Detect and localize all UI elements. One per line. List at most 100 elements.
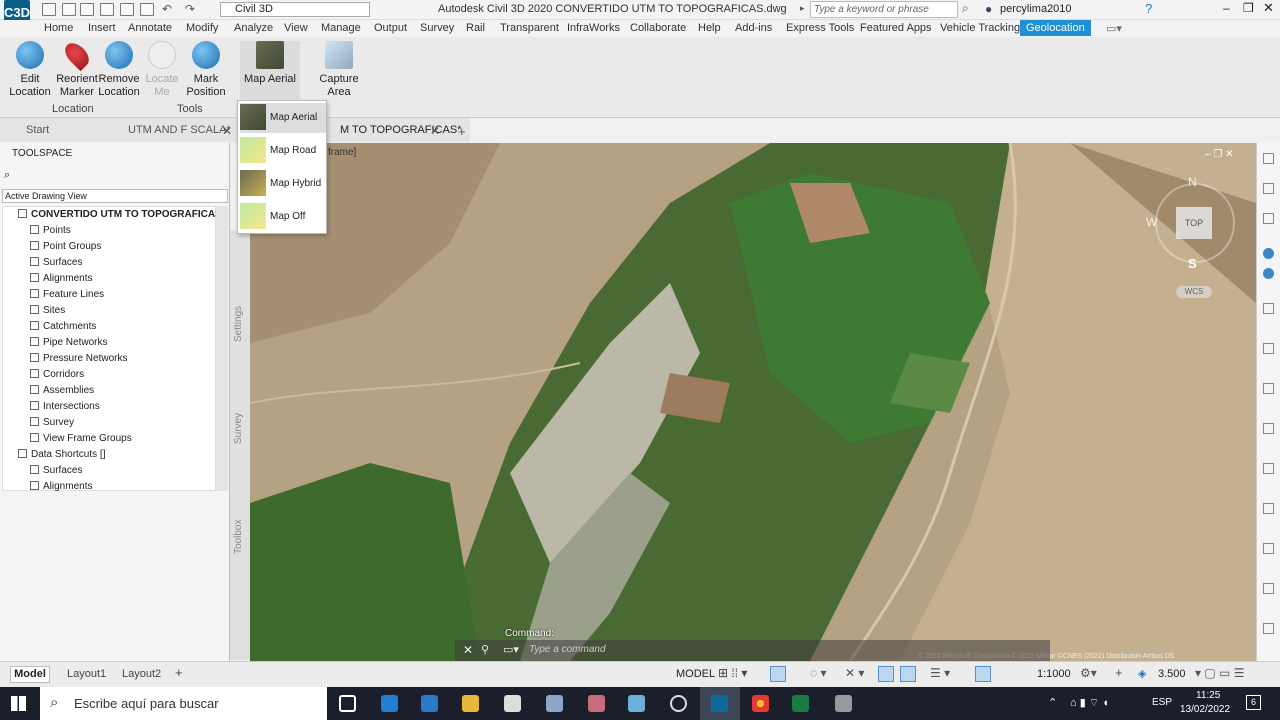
tool-icon[interactable] bbox=[1263, 463, 1274, 474]
viewcube-top[interactable]: TOP bbox=[1176, 207, 1212, 239]
ribbon-toggle-icon[interactable]: ▭▾ bbox=[1106, 22, 1122, 35]
units-icon[interactable]: ◈ bbox=[1138, 667, 1146, 680]
polar-icon[interactable]: ◌ ▾ bbox=[810, 666, 827, 680]
file-explorer-icon[interactable] bbox=[462, 695, 479, 712]
add-layout-icon[interactable]: + bbox=[175, 665, 183, 680]
viewport-controls-icon[interactable]: – ❐ ✕ bbox=[1205, 149, 1233, 160]
tool-icon[interactable] bbox=[1263, 213, 1274, 224]
annotation-monitor-icon[interactable]: + bbox=[1115, 665, 1123, 680]
tab-layout2[interactable]: Layout2 bbox=[122, 668, 161, 680]
app-icon[interactable] bbox=[504, 695, 521, 712]
tab-annotate[interactable]: Annotate bbox=[128, 22, 172, 34]
drawing-viewport[interactable]: frame] – ❐ ✕ N W S TOP WCS © 2022 Micros… bbox=[250, 143, 1256, 661]
web-open-icon[interactable] bbox=[120, 3, 134, 16]
command-input[interactable]: Type a command bbox=[529, 644, 606, 655]
taskbar-search-input[interactable]: Escribe aquí para buscar bbox=[40, 687, 327, 720]
tool-icon[interactable] bbox=[1263, 583, 1274, 594]
annotation-scale[interactable]: 1:1000 bbox=[1037, 668, 1071, 680]
tree-item-shortcut-surfaces[interactable]: Surfaces bbox=[30, 465, 82, 476]
tab-drawing-2[interactable]: M TO TOPOGRAFICAS* bbox=[340, 124, 461, 136]
restore-icon[interactable]: ❐ bbox=[1243, 1, 1254, 15]
menu-item-map-off[interactable]: Map Off bbox=[240, 202, 326, 232]
tool-icon[interactable] bbox=[1263, 153, 1274, 164]
save-icon[interactable] bbox=[80, 3, 94, 16]
notification-badge[interactable]: 6 bbox=[1246, 695, 1261, 710]
customize-icon[interactable]: ⚲ bbox=[481, 643, 489, 656]
tab-modify[interactable]: Modify bbox=[186, 22, 218, 34]
grid-icon[interactable]: ⊞ ⁞⁞ ▾ bbox=[718, 666, 747, 680]
tab-start[interactable]: Start bbox=[26, 124, 49, 136]
plot-icon[interactable] bbox=[140, 3, 154, 16]
tool-icon[interactable] bbox=[1263, 423, 1274, 434]
open-icon[interactable] bbox=[62, 3, 76, 16]
tab-model[interactable]: Model bbox=[10, 666, 50, 683]
tree-item-feature-lines[interactable]: Feature Lines bbox=[30, 289, 104, 300]
side-tab-survey[interactable]: Survey bbox=[233, 413, 244, 444]
search-icon[interactable]: ⌕ bbox=[4, 169, 10, 182]
tab-infraworks[interactable]: InfraWorks bbox=[567, 22, 620, 34]
selection-cycling-icon[interactable]: ☰ ▾ bbox=[930, 666, 950, 680]
tab-collaborate[interactable]: Collaborate bbox=[630, 22, 686, 34]
app-icon[interactable] bbox=[628, 695, 645, 712]
globe-icon[interactable] bbox=[1263, 248, 1274, 259]
wcs-menu[interactable]: WCS bbox=[1176, 286, 1212, 298]
tab-drawing-1[interactable]: UTM AND F SCALA* bbox=[128, 124, 231, 136]
app-icon[interactable] bbox=[670, 695, 687, 712]
viewcube-north[interactable]: N bbox=[1188, 175, 1197, 189]
globe-icon[interactable] bbox=[1263, 268, 1274, 279]
app-icon[interactable] bbox=[835, 695, 852, 712]
map-aerial-button[interactable]: Map Aerial bbox=[240, 41, 300, 99]
add-tab-icon[interactable]: + bbox=[458, 124, 466, 139]
tool-icon[interactable] bbox=[1263, 503, 1274, 514]
user-icon[interactable]: ● bbox=[985, 2, 992, 16]
minimize-icon[interactable]: – bbox=[1223, 1, 1230, 15]
tab-view[interactable]: View bbox=[284, 22, 308, 34]
tree-item-surfaces[interactable]: Surfaces bbox=[30, 257, 82, 268]
tree-item-pressure-networks[interactable]: Pressure Networks bbox=[30, 353, 127, 364]
viewport-label[interactable]: frame] bbox=[328, 147, 356, 158]
tab-rail[interactable]: Rail bbox=[466, 22, 485, 34]
redo-icon[interactable]: ↷ bbox=[185, 2, 195, 16]
tree-item-catchments[interactable]: Catchments bbox=[30, 321, 96, 332]
close-icon[interactable]: ✕ bbox=[1263, 0, 1274, 16]
tree-item-pipe-networks[interactable]: Pipe Networks bbox=[30, 337, 107, 348]
undo-icon[interactable]: ↶ bbox=[162, 2, 172, 16]
tree-item-sites[interactable]: Sites bbox=[30, 305, 65, 316]
chevron-right-icon[interactable]: ▸ bbox=[800, 3, 805, 14]
tool-icon[interactable] bbox=[1263, 303, 1274, 314]
tab-manage[interactable]: Manage bbox=[321, 22, 361, 34]
windows-start-icon[interactable] bbox=[11, 696, 26, 711]
tool-icon[interactable] bbox=[1263, 543, 1274, 554]
menu-item-map-road[interactable]: Map Road bbox=[240, 136, 326, 166]
tab-transparent[interactable]: Transparent bbox=[500, 22, 559, 34]
help-icon[interactable]: ? bbox=[1145, 1, 1152, 16]
view-select[interactable]: Active Drawing View bbox=[2, 189, 228, 203]
tab-add-ins[interactable]: Add-ins bbox=[735, 22, 772, 34]
tab-insert[interactable]: Insert bbox=[88, 22, 116, 34]
units-value[interactable]: 3.500 bbox=[1158, 668, 1186, 680]
tab-featured-apps[interactable]: Featured Apps bbox=[860, 22, 932, 34]
side-tab-settings[interactable]: Settings bbox=[233, 306, 244, 342]
tree-item-corridors[interactable]: Corridors bbox=[30, 369, 84, 380]
tree-item-assemblies[interactable]: Assemblies bbox=[30, 385, 94, 396]
tree-item-alignments[interactable]: Alignments bbox=[30, 273, 92, 284]
tab-output[interactable]: Output bbox=[374, 22, 407, 34]
save-as-icon[interactable] bbox=[100, 3, 114, 16]
tree-item-point-groups[interactable]: Point Groups bbox=[30, 241, 101, 252]
new-icon[interactable] bbox=[42, 3, 56, 16]
tree-root[interactable]: CONVERTIDO UTM TO TOPOGRAFICAS bbox=[18, 209, 222, 220]
store-icon[interactable] bbox=[421, 695, 438, 712]
tab-home[interactable]: Home bbox=[44, 22, 73, 34]
side-tab-toolbox[interactable]: Toolbox bbox=[233, 520, 244, 554]
viewcube-west[interactable]: W bbox=[1146, 215, 1157, 229]
tab-geolocation[interactable]: Geolocation bbox=[1020, 20, 1091, 36]
tray-icons[interactable]: ⌂ ▮ ⌔ ◖ bbox=[1070, 696, 1109, 710]
tool-icon[interactable] bbox=[1263, 383, 1274, 394]
tree-item-view-frame-groups[interactable]: View Frame Groups bbox=[30, 433, 132, 444]
help-search-input[interactable]: Type a keyword or phrase bbox=[810, 1, 958, 18]
mark-position-button[interactable]: Mark Position bbox=[179, 41, 233, 99]
annotation-visibility-icon[interactable] bbox=[975, 666, 991, 682]
model-space-toggle[interactable]: MODEL bbox=[676, 668, 715, 680]
menu-item-map-hybrid[interactable]: Map Hybrid bbox=[240, 169, 326, 199]
edge-icon[interactable] bbox=[381, 695, 398, 712]
